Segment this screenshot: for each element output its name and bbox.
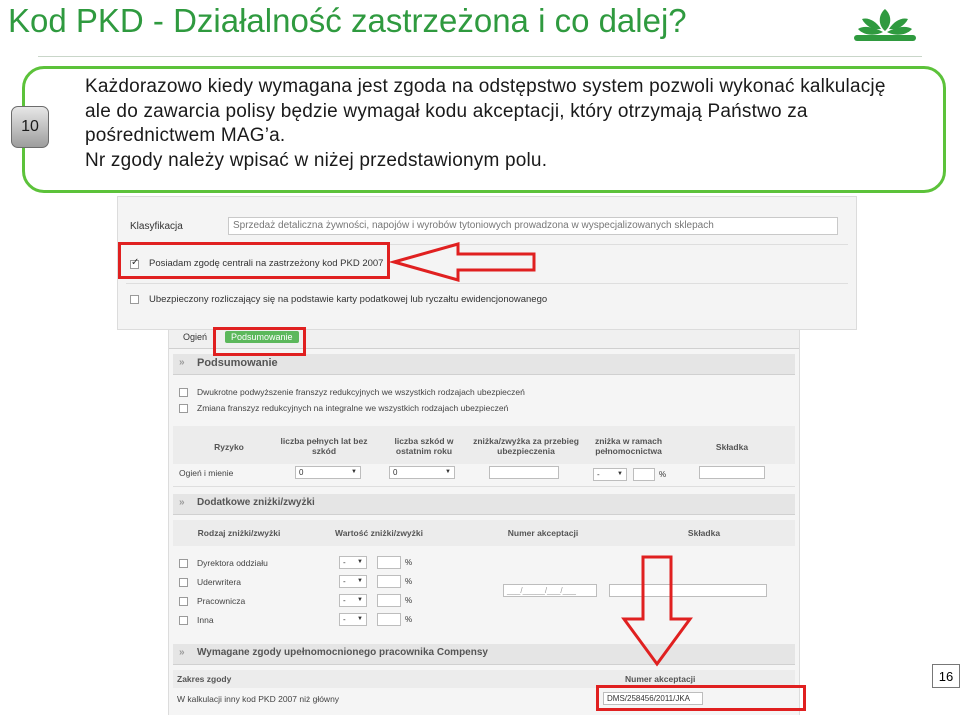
discount-input[interactable] [377, 594, 401, 607]
page-number: 16 [932, 664, 960, 688]
col-szkod-ostatnim: liczba szkód w ostatnim roku [394, 436, 454, 456]
tax-card-checkbox[interactable] [130, 295, 139, 304]
percent-sign: % [659, 470, 667, 479]
discount-select[interactable]: - [339, 613, 367, 626]
chevron-right-icon: » [179, 357, 185, 368]
section-dodatkowe[interactable]: » Dodatkowe zniżki/zwyżki [173, 494, 795, 515]
col-wartosc: Wartość zniżki/zwyżki [334, 528, 423, 538]
discount-label: Dyrektora oddziału [197, 558, 268, 568]
discount-label: Inna [197, 615, 214, 625]
tab-ogien[interactable]: Ogień [183, 332, 207, 342]
col-skladka: Składka [687, 528, 721, 538]
percent-sign: % [405, 577, 413, 586]
discount-select[interactable]: - [339, 594, 367, 607]
col-skladka: Składka [715, 442, 749, 452]
discount-label: Pracownicza [197, 596, 246, 606]
title-divider [38, 56, 922, 57]
discount-select[interactable]: - [339, 556, 367, 569]
franchise-integral-checkbox[interactable] [179, 404, 188, 413]
slide-title: Kod PKD - Działalność zastrzeżona i co d… [8, 2, 687, 39]
tax-card-label: Ubezpieczony rozliczający się na podstaw… [149, 294, 548, 305]
divider [173, 486, 795, 487]
discount-checkbox[interactable] [179, 616, 188, 625]
zakres-zgody-label: Zakres zgody [177, 674, 232, 684]
col-lat-bez-szkod: liczba pełnych lat bez szkód [280, 436, 368, 456]
discount-label: Uderwritera [197, 577, 241, 587]
highlight-box [118, 242, 390, 279]
franchise-integral-label: Zmiana franszyz redukcyjnych na integral… [197, 403, 509, 413]
col-numer: Numer akceptacji [507, 528, 579, 538]
franchise-double-label: Dwukrotne podwyższenie franszyz redukcyj… [197, 387, 525, 397]
left-arrow-icon [388, 242, 536, 282]
pelnomocnictwa-input[interactable] [633, 468, 655, 481]
highlight-box [596, 685, 806, 711]
info-callout: Każdorazowo kiedy wymagana jest zgoda na… [22, 66, 946, 193]
szkod-ostatnim-select[interactable]: 0 [389, 466, 455, 479]
skladka-input[interactable] [699, 466, 765, 479]
percent-sign: % [405, 615, 413, 624]
col-ryzyko: Ryzyko [214, 442, 244, 452]
section-title: Dodatkowe zniżki/zwyżki [197, 497, 315, 508]
przebieg-input[interactable] [489, 466, 559, 479]
lat-bez-szkod-select[interactable]: 0 [295, 466, 361, 479]
section-title: Podsumowanie [197, 357, 278, 369]
discount-select[interactable]: - [339, 575, 367, 588]
discount-checkbox[interactable] [179, 597, 188, 606]
callout-text: Każdorazowo kiedy wymagana jest zgoda na… [85, 75, 945, 173]
discount-input[interactable] [377, 613, 401, 626]
risk-name: Ogień i mienie [179, 468, 234, 478]
section-podsumowanie[interactable]: » Podsumowanie [173, 354, 795, 375]
step-badge: 10 [11, 106, 49, 148]
section-wymagane[interactable]: » Wymagane zgody upełnomocnionego pracow… [173, 644, 795, 665]
chevron-right-icon: » [179, 647, 185, 658]
pelnomocnictwa-select[interactable]: - [593, 468, 627, 481]
klasyfikacja-label: Klasyfikacja [130, 221, 183, 232]
acceptance-number-input[interactable]: ___/_____/___/___ [503, 584, 597, 597]
discount-input[interactable] [377, 556, 401, 569]
franchise-double-checkbox[interactable] [179, 388, 188, 397]
callout-line: pośrednictwem MAG’a. [85, 125, 286, 146]
callout-line: Nr zgody należy wpisać w niżej przedstaw… [85, 149, 548, 171]
discount-checkbox[interactable] [179, 559, 188, 568]
chevron-right-icon: » [179, 497, 185, 508]
discount-checkbox[interactable] [179, 578, 188, 587]
klasyfikacja-field[interactable]: Sprzedaż detaliczna żywności, napojów i … [228, 217, 838, 235]
col-znizka-przebieg: zniżka/zwyżka za przebieg ubezpieczenia [473, 436, 579, 456]
section-title: Wymagane zgody upełnomocnionego pracowni… [197, 647, 488, 658]
summary-panel: Ogień Podsumowanie » Podsumowanie Dwukro… [168, 330, 800, 715]
discount-input[interactable] [377, 575, 401, 588]
percent-sign: % [405, 596, 413, 605]
highlight-box [213, 327, 306, 356]
consent-row-label: W kalkulacji inny kod PKD 2007 niż główn… [177, 694, 340, 704]
col-znizka-pelnomocnictwa: zniżka w ramach pełnomocnictwa [594, 436, 663, 456]
callout-line: Każdorazowo kiedy wymagana jest zgoda na… [85, 76, 886, 97]
divider [126, 283, 848, 284]
leaf-logo-icon [854, 9, 916, 41]
percent-sign: % [405, 558, 413, 567]
callout-line: ale do zawarcia polisy będzie wymagał ko… [85, 100, 808, 122]
numer-akceptacji-label: Numer akceptacji [625, 674, 696, 684]
col-rodzaj: Rodzaj zniżki/zwyżki [197, 528, 281, 538]
down-arrow-icon [621, 555, 693, 667]
